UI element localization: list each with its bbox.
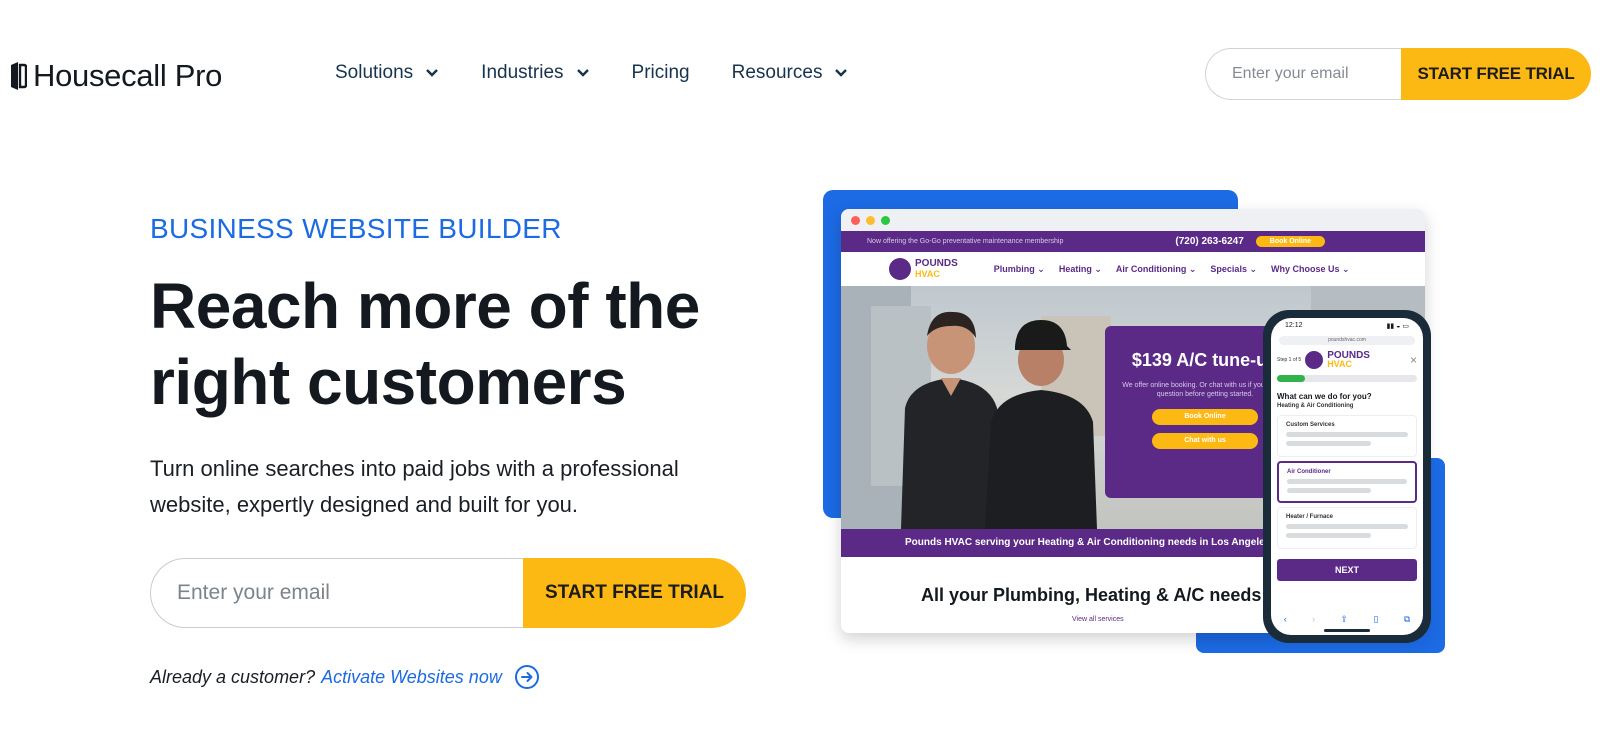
phone-option-card: Heater / Furnace [1277, 507, 1417, 549]
option-label: Air Conditioner [1287, 469, 1331, 475]
nav-item-industries[interactable]: Industries [481, 62, 589, 84]
arrow-circle-right-icon[interactable] [514, 664, 540, 690]
back-icon: ‹ [1283, 614, 1287, 624]
progress-fill [1277, 375, 1305, 382]
chevron-down-icon [835, 69, 848, 77]
phone-brand-line2: HVAC [1327, 359, 1353, 369]
option-label: Custom Services [1286, 422, 1335, 428]
logo-text: Housecall Pro [33, 58, 223, 93]
nav-start-free-trial-button[interactable]: START FREE TRIAL [1401, 48, 1591, 100]
phone-question-subtitle: Heating & Air Conditioning [1277, 403, 1354, 409]
close-icon: × [1409, 353, 1417, 367]
activate-websites-link[interactable]: Activate Websites now [321, 667, 502, 688]
preview-nav-links: Plumbing ⌄ Heating ⌄ Air Conditioning ⌄ … [994, 264, 1350, 275]
phone-step-text: Step 1 of 5 [1277, 357, 1302, 363]
housecall-logo-icon [8, 61, 28, 91]
phone-url-bar: poundshvac.com [1279, 336, 1415, 345]
nav-item-label: Solutions [335, 62, 414, 83]
phone-progress-bar [1277, 375, 1417, 382]
preview-section-title: All your Plumbing, Heating & A/C needs [921, 585, 1262, 605]
bookmarks-icon: ▯ [1373, 614, 1379, 624]
phone-form-header: Step 1 of 5 POUNDS HVAC × [1271, 347, 1423, 373]
preview-book-online-button: Book Online [1255, 236, 1325, 247]
minimize-dot-icon [866, 215, 875, 225]
phone-question: What can we do for you? [1277, 392, 1372, 401]
promo-chat-button: Chat with us [1152, 433, 1258, 449]
brand-line1: POUNDS [915, 258, 958, 269]
brand-line2: HVAC [915, 269, 940, 279]
nav-item-resources[interactable]: Resources [732, 62, 849, 84]
chevron-down-icon [576, 69, 589, 77]
preview-announcement-bar: Now offering the Go-Go preventative main… [841, 231, 1425, 252]
phone-option-card-selected: Air Conditioner [1277, 461, 1417, 503]
phone-browser-toolbar: ‹ › ⇪ ▯ ⧉ [1271, 614, 1423, 625]
chevron-down-icon [426, 69, 439, 77]
preview-announcement-text: Now offering the Go-Go preventative main… [867, 238, 1064, 245]
nav-item-pricing[interactable]: Pricing [632, 62, 690, 84]
maximize-dot-icon [881, 215, 890, 225]
nav-email-input[interactable] [1205, 48, 1401, 100]
promo-book-online-button: Book Online [1152, 409, 1258, 425]
pounds-hvac-logo: POUNDS HVAC [889, 258, 958, 280]
share-icon: ⇪ [1340, 614, 1349, 624]
top-nav: Housecall Pro Solutions Industries Prici… [0, 0, 1600, 150]
nav-item-label: Industries [481, 62, 564, 83]
preview-nav-item: Air Conditioning ⌄ [1115, 263, 1197, 274]
preview-nav-item: Plumbing ⌄ [993, 263, 1045, 274]
already-customer-text: Already a customer? [150, 666, 316, 687]
primary-nav: Solutions Industries Pricing Resources [335, 62, 890, 84]
hero-eyebrow: BUSINESS WEBSITE BUILDER [150, 213, 562, 244]
hero-subhead: Turn online searches into paid jobs with… [150, 456, 679, 517]
housecall-pro-logo[interactable]: Housecall Pro [8, 58, 222, 94]
phone-time: 12:12 [1285, 322, 1303, 329]
browser-titlebar [841, 209, 1425, 231]
close-dot-icon [851, 215, 860, 225]
technician-photo [901, 311, 1097, 529]
phone-status-bar: 12:12 ▮▮ ◒ ▭ [1271, 318, 1423, 334]
phone-option-card: Custom Services [1277, 415, 1417, 457]
hero-signup-form: START FREE TRIAL [150, 558, 746, 628]
phone-screen: 12:12 ▮▮ ◒ ▭ poundshvac.com Step 1 of 5 … [1271, 318, 1423, 635]
hero-headline: Reach more of the right customers [150, 270, 700, 418]
preview-nav-item: Heating ⌄ [1058, 263, 1102, 274]
preview-view-all-link: View all services [1072, 616, 1124, 623]
tabs-icon: ⧉ [1403, 614, 1411, 624]
preview-site-nav: POUNDS HVAC Plumbing ⌄ Heating ⌄ Air Con… [841, 252, 1425, 286]
pounds-hvac-mascot-icon [1305, 351, 1324, 369]
pounds-hvac-mascot-icon [889, 258, 911, 280]
signal-battery-icon: ▮▮ ◒ ▭ [1386, 323, 1409, 330]
preview-phone-number: (720) 263-6247 [1175, 236, 1244, 247]
option-label: Heater / Furnace [1286, 514, 1334, 520]
forward-icon: › [1312, 614, 1316, 624]
nav-item-label: Resources [731, 62, 823, 83]
nav-item-label: Pricing [631, 62, 690, 83]
preview-nav-item: Specials ⌄ [1210, 263, 1257, 274]
phone-home-indicator [1324, 629, 1370, 632]
nav-item-solutions[interactable]: Solutions [335, 62, 439, 84]
hero-email-input[interactable] [150, 558, 523, 628]
preview-nav-item: Why Choose Us ⌄ [1271, 263, 1350, 274]
phone-next-button: NEXT [1277, 559, 1417, 581]
hero-start-free-trial-button[interactable]: START FREE TRIAL [523, 558, 746, 628]
phone-preview: 12:12 ▮▮ ◒ ▭ poundshvac.com Step 1 of 5 … [1263, 310, 1431, 643]
nav-signup-form: START FREE TRIAL [1205, 48, 1591, 100]
already-customer-row: Already a customer? Activate Websites no… [150, 664, 540, 690]
